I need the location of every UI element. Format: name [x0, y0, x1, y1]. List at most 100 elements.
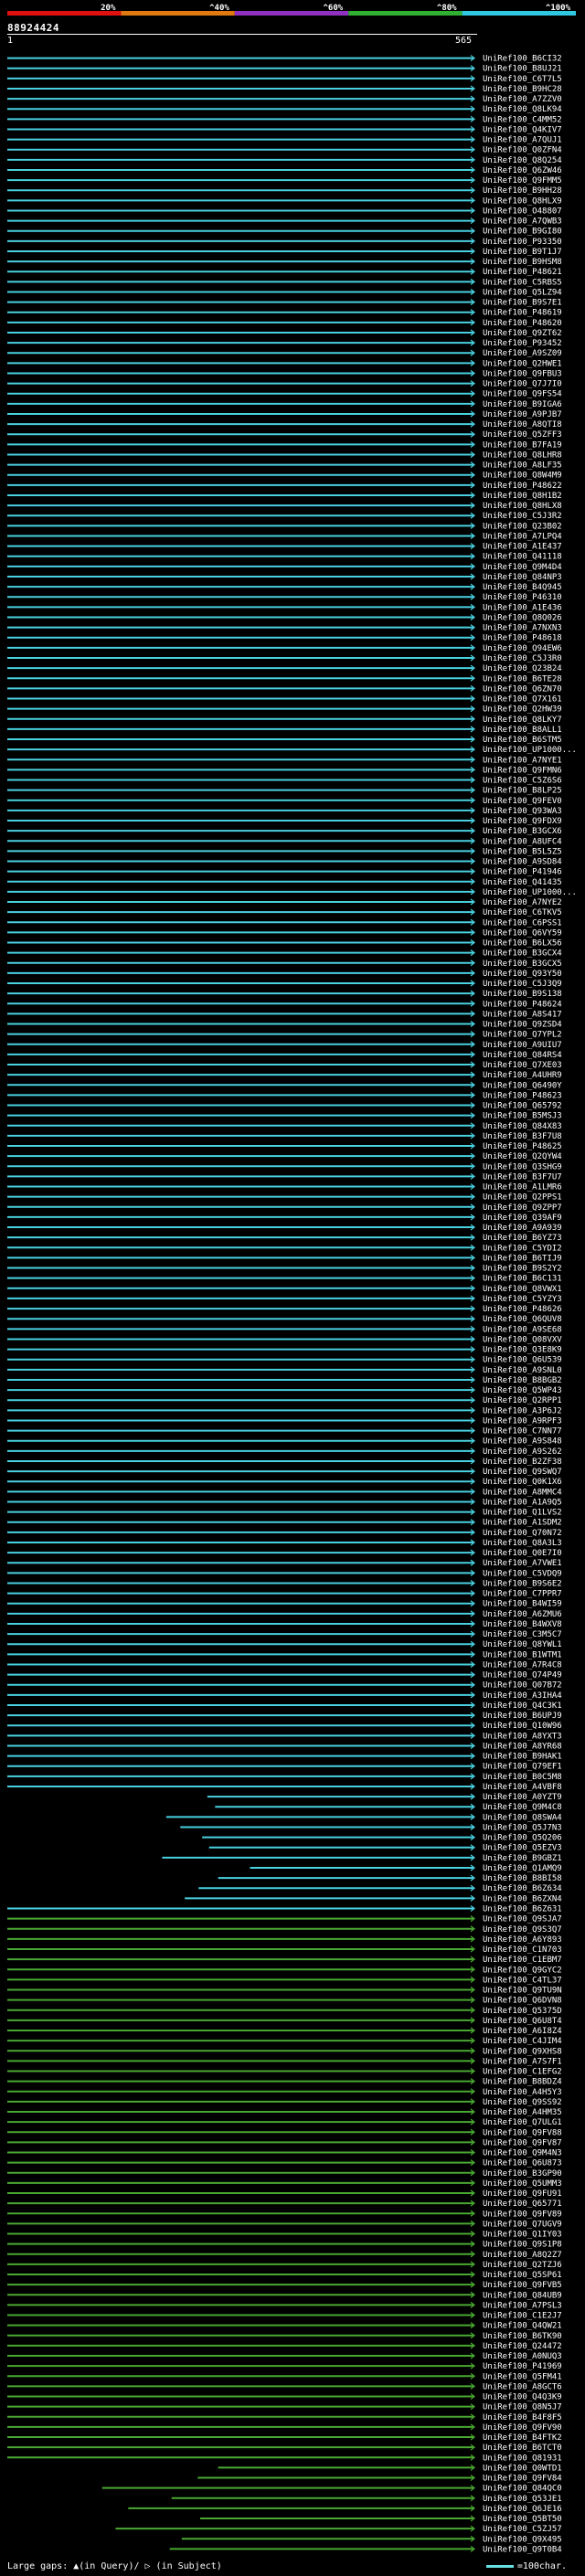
hit-row[interactable]: UniRef100_Q93WA3 — [7, 807, 562, 816]
hit-row[interactable]: UniRef100_Q9SWQ7 — [7, 1468, 562, 1477]
hit-row[interactable]: UniRef100_B6CI32 — [7, 55, 562, 64]
hit-row[interactable]: UniRef100_B8ALL1 — [7, 726, 562, 735]
hit-row[interactable]: UniRef100_Q8LKY7 — [7, 716, 562, 725]
hit-label[interactable]: UniRef100_B0C5M8 — [483, 1773, 562, 1782]
hit-label[interactable]: UniRef100_B7FA19 — [483, 440, 562, 450]
hit-label[interactable]: UniRef100_Q7X161 — [483, 695, 562, 705]
hit-row[interactable]: UniRef100_Q9FS54 — [7, 390, 562, 399]
hit-row[interactable]: UniRef100_B2ZF38 — [7, 1458, 562, 1467]
hit-label[interactable]: UniRef100_Q4QW21 — [483, 2322, 562, 2331]
hit-label[interactable]: UniRef100_Q1IY03 — [483, 2231, 562, 2240]
hit-label[interactable]: UniRef100_Q8W4M9 — [483, 472, 562, 481]
hit-row[interactable]: UniRef100_Q5EZV3 — [208, 1844, 562, 1853]
hit-label[interactable]: UniRef100_Q2HW39 — [483, 705, 562, 715]
hit-row[interactable]: UniRef100_B6TCT0 — [7, 2443, 562, 2453]
hit-label[interactable]: UniRef100_Q4Q3K9 — [483, 2393, 562, 2402]
hit-row[interactable]: UniRef100_Q23B02 — [7, 522, 562, 531]
hit-row[interactable]: UniRef100_B4F8F5 — [7, 2413, 562, 2422]
hit-row[interactable]: UniRef100_Q4C3K1 — [7, 1701, 562, 1711]
hit-row[interactable]: UniRef100_A6ZMU6 — [7, 1610, 562, 1619]
hit-row[interactable]: UniRef100_B9HH28 — [7, 186, 562, 196]
hit-row[interactable]: UniRef100_Q5BT50 — [199, 2515, 562, 2524]
hit-row[interactable]: UniRef100_Q8VWX1 — [7, 1285, 562, 1294]
hit-row[interactable]: UniRef100_Q2PPS1 — [7, 1193, 562, 1203]
hit-label[interactable]: UniRef100_Q9M4N3 — [483, 2149, 562, 2158]
hit-label[interactable]: UniRef100_Q8LKY7 — [483, 716, 562, 725]
hit-label[interactable]: UniRef100_C1EFG2 — [483, 2068, 562, 2077]
hit-row[interactable]: UniRef100_Q8W4M9 — [7, 472, 562, 481]
hit-label[interactable]: UniRef100_A7LPQ4 — [483, 532, 562, 541]
hit-label[interactable]: UniRef100_B6YZ73 — [483, 1234, 562, 1243]
hit-row[interactable]: UniRef100_Q5LZ94 — [7, 288, 562, 297]
hit-label[interactable]: UniRef100_P48624 — [483, 1000, 562, 1009]
hit-label[interactable]: UniRef100_Q07B72 — [483, 1681, 562, 1691]
hit-label[interactable]: UniRef100_A9UIU7 — [483, 1041, 562, 1050]
hit-label[interactable]: UniRef100_B2ZF38 — [483, 1458, 562, 1467]
hit-row[interactable]: UniRef100_C4JIM4 — [7, 2037, 562, 2046]
hit-label[interactable]: UniRef100_Q5375D — [483, 2007, 562, 2016]
hit-label[interactable]: UniRef100_Q6U539 — [483, 1356, 562, 1365]
hit-row[interactable]: UniRef100_Q7YPL2 — [7, 1031, 562, 1040]
hit-row[interactable]: UniRef100_Q8SWA4 — [165, 1813, 562, 1822]
hit-label[interactable]: UniRef100_P48618 — [483, 634, 562, 643]
hit-label[interactable]: UniRef100_B4FTK2 — [483, 2433, 562, 2443]
hit-label[interactable]: UniRef100_Q9FV89 — [483, 2210, 562, 2219]
hit-row[interactable]: UniRef100_Q0E7I0 — [7, 1549, 562, 1558]
hit-label[interactable]: UniRef100_Q8H1B2 — [483, 492, 562, 501]
hit-label[interactable]: UniRef100_B8ALL1 — [483, 726, 562, 735]
hit-label[interactable]: UniRef100_Q6490Y — [483, 1081, 562, 1090]
hit-row[interactable]: UniRef100_B9S2Y2 — [7, 1265, 562, 1274]
hit-row[interactable]: UniRef100_Q6U539 — [7, 1356, 562, 1365]
hit-row[interactable]: UniRef100_B8BI58 — [218, 1874, 562, 1883]
hit-row[interactable]: UniRef100_B9T1J7 — [7, 248, 562, 257]
hit-row[interactable]: UniRef100_Q8HLX8 — [7, 502, 562, 511]
hit-row[interactable]: UniRef100_C5Z6S6 — [7, 777, 562, 786]
hit-label[interactable]: UniRef100_A7QWB3 — [483, 217, 562, 227]
hit-label[interactable]: UniRef100_C5YZY3 — [483, 1295, 562, 1304]
hit-label[interactable]: UniRef100_B6ZXN4 — [483, 1894, 562, 1903]
hit-row[interactable]: UniRef100_C5YZY3 — [7, 1295, 562, 1304]
hit-row[interactable]: UniRef100_A6Y893 — [7, 1935, 562, 1945]
hit-label[interactable]: UniRef100_B3GCX6 — [483, 827, 562, 836]
hit-label[interactable]: UniRef100_P41969 — [483, 2362, 562, 2371]
hit-label[interactable]: UniRef100_A8GCT6 — [483, 2382, 562, 2391]
hit-row[interactable]: UniRef100_P48625 — [7, 1142, 562, 1151]
hit-label[interactable]: UniRef100_Q7XE03 — [483, 1061, 562, 1070]
hit-label[interactable]: UniRef100_C5RBS5 — [483, 278, 562, 287]
hit-row[interactable]: UniRef100_UP1000... — [7, 746, 577, 755]
hit-label[interactable]: UniRef100_Q9FS54 — [483, 390, 562, 399]
hit-row[interactable]: UniRef100_Q9S1P8 — [7, 2241, 562, 2250]
hit-row[interactable]: UniRef100_O48807 — [7, 207, 562, 216]
hit-row[interactable]: UniRef100_A7PSL3 — [7, 2301, 562, 2310]
hit-row[interactable]: UniRef100_Q41118 — [7, 553, 562, 562]
hit-label[interactable]: UniRef100_Q2PPS1 — [483, 1193, 562, 1203]
hit-row[interactable]: UniRef100_A9SE68 — [7, 1325, 562, 1334]
hit-label[interactable]: UniRef100_C7PPR7 — [483, 1590, 562, 1599]
hit-label[interactable]: UniRef100_Q1AMQ9 — [483, 1864, 562, 1873]
hit-label[interactable]: UniRef100_A4UHR9 — [483, 1071, 562, 1080]
hit-row[interactable]: UniRef100_Q84X83 — [7, 1122, 562, 1131]
hit-label[interactable]: UniRef100_Q9FU91 — [483, 2189, 562, 2199]
hit-row[interactable]: UniRef100_P48620 — [7, 319, 562, 328]
hit-row[interactable]: UniRef100_Q0WTD1 — [218, 2464, 562, 2473]
hit-label[interactable]: UniRef100_B8LP25 — [483, 787, 562, 796]
hit-label[interactable]: UniRef100_Q6ZN70 — [483, 684, 562, 694]
hit-label[interactable]: UniRef100_A9S848 — [483, 1437, 562, 1447]
hit-row[interactable]: UniRef100_B9S7E1 — [7, 299, 562, 308]
hit-row[interactable]: UniRef100_A7QWB3 — [7, 217, 562, 227]
hit-row[interactable]: UniRef100_B8BGB2 — [7, 1376, 562, 1385]
hit-row[interactable]: UniRef100_Q7UGV9 — [7, 2220, 562, 2229]
hit-row[interactable]: UniRef100_A6I8Z4 — [7, 2027, 562, 2036]
hit-label[interactable]: UniRef100_Q1LVS2 — [483, 1509, 562, 1518]
hit-row[interactable]: UniRef100_Q08VXV — [7, 1335, 562, 1344]
hit-label[interactable]: UniRef100_A9RPF3 — [483, 1416, 562, 1426]
hit-row[interactable]: UniRef100_P48618 — [7, 634, 562, 643]
hit-label[interactable]: UniRef100_B9HH28 — [483, 186, 562, 196]
hit-label[interactable]: UniRef100_A8MMC4 — [483, 1488, 562, 1497]
hit-row[interactable]: UniRef100_Q6ZW46 — [7, 166, 562, 175]
hit-row[interactable]: UniRef100_A1A9Q5 — [7, 1498, 562, 1507]
hit-label[interactable]: UniRef100_B9IGA6 — [483, 400, 562, 409]
hit-row[interactable]: UniRef100_Q9M4C8 — [215, 1803, 562, 1812]
hit-row[interactable]: UniRef100_Q9FV90 — [7, 2423, 562, 2433]
hit-row[interactable]: UniRef100_P48624 — [7, 1000, 562, 1009]
